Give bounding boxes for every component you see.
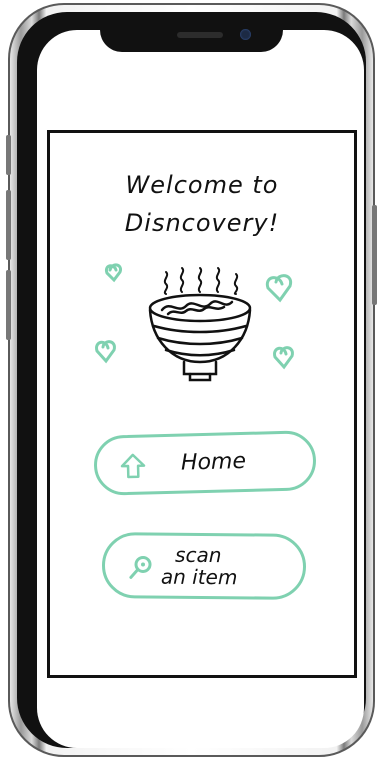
heart-icon: [273, 346, 294, 370]
heart-icon: [265, 274, 293, 303]
scan-button-label: scan an item: [160, 542, 281, 590]
steam-icon: [163, 267, 239, 295]
home-button[interactable]: Home: [93, 430, 317, 496]
ramen-bowl-icon: [148, 293, 252, 382]
front-camera: [240, 29, 251, 40]
home-arrow-icon: [120, 453, 146, 479]
scan-item-button[interactable]: scan an item: [101, 532, 307, 600]
scan-label-line1: scan: [174, 542, 222, 568]
volume-up-button: [6, 190, 11, 260]
home-button-label: Home: [180, 448, 247, 476]
heart-icon: [95, 340, 116, 364]
scan-label-line2: an item: [160, 564, 238, 590]
app-screen-frame: Welcome to Disncovery! Home scan an item: [47, 130, 357, 678]
welcome-title-line1: Welcome to: [125, 171, 279, 199]
magnifier-icon: [129, 555, 152, 579]
mute-switch: [6, 135, 11, 175]
welcome-title-line2: Disncovery!: [124, 209, 280, 237]
phone-notch: [100, 20, 283, 52]
ramen-illustration: [95, 263, 294, 382]
power-button: [372, 205, 377, 305]
heart-icon: [104, 263, 122, 283]
speaker-grill: [177, 32, 223, 38]
volume-down-button: [6, 270, 11, 340]
